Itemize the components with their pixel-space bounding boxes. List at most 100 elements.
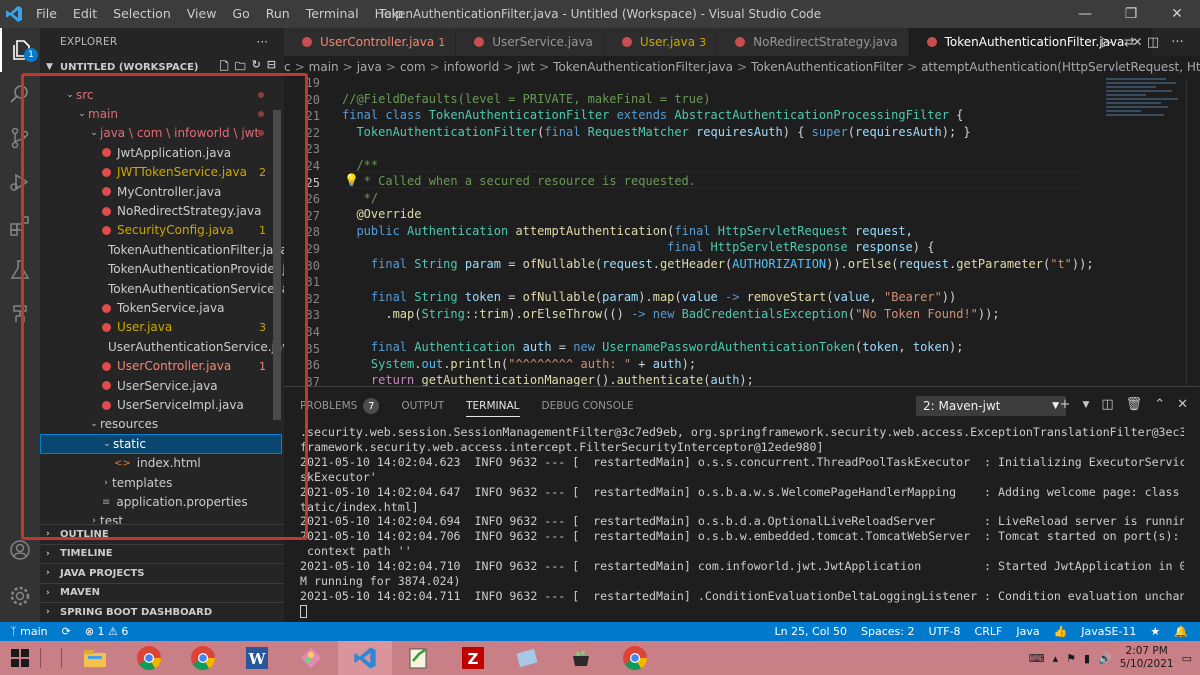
notification-center-icon[interactable]: ▭ — [1182, 652, 1192, 665]
search-icon[interactable] — [0, 72, 40, 116]
maximize-panel-icon[interactable]: ⌃ — [1154, 397, 1165, 413]
tree-file[interactable]: SecurityConfig.java 1 — [40, 221, 282, 240]
java-runtime[interactable]: JavaSE-11 — [1081, 625, 1136, 638]
tree-folder[interactable]: ⌄ src — [40, 85, 282, 104]
tree-file[interactable]: MyController.java — [40, 182, 282, 201]
workspace-section[interactable]: ▼ UNTITLED (WORKSPACE) 🗋 🗀 ↻ ⊟ — [40, 56, 284, 78]
menu-view[interactable]: View — [179, 0, 225, 28]
tree-folder[interactable]: ⌄ java \ com \ infoworld \ jwt — [40, 124, 282, 143]
filezilla-icon[interactable]: Z — [446, 641, 500, 675]
chrome-icon[interactable] — [122, 641, 176, 675]
chevron-up-icon[interactable]: ▴ — [1053, 652, 1059, 665]
breadcrumb-item[interactable]: main — [309, 60, 339, 74]
file-explorer-icon[interactable] — [68, 641, 122, 675]
menu-selection[interactable]: Selection — [105, 0, 179, 28]
paint-icon[interactable] — [284, 641, 338, 675]
breadcrumb-item[interactable]: infoworld — [444, 60, 500, 74]
java-projects-icon[interactable] — [0, 292, 40, 336]
breadcrumb-item[interactable]: TokenAuthenticationFilter — [751, 60, 903, 74]
tree-file[interactable]: TokenAuthenticationFilter.java — [40, 240, 284, 259]
terminal-output[interactable]: .security.web.session.SessionManagementF… — [300, 425, 1184, 621]
chrome-icon[interactable] — [608, 641, 662, 675]
menu-help[interactable]: Help — [367, 0, 412, 28]
terminal-select[interactable]: 2: Maven-jwt ▼ — [916, 396, 1066, 416]
close-window-button[interactable]: ✕ — [1154, 0, 1200, 28]
word-icon[interactable]: W — [230, 641, 284, 675]
notifications-icon[interactable]: 🔔 — [1174, 625, 1188, 638]
tree-file[interactable]: NoRedirectStrategy.java — [40, 201, 282, 220]
section-java-projects[interactable]: › JAVA PROJECTS — [40, 563, 284, 583]
editor-tab[interactable]: UserService.java — [456, 28, 604, 56]
tree-file[interactable]: UserController.java 1 — [40, 357, 282, 376]
testing-icon[interactable] — [0, 248, 40, 292]
tree-folder[interactable]: › templates — [40, 473, 282, 492]
terminal-dropdown-icon[interactable]: ▼ — [1082, 397, 1089, 413]
section-timeline[interactable]: › TIMELINE — [40, 543, 284, 564]
menu-terminal[interactable]: Terminal — [298, 0, 367, 28]
code-editor[interactable]: 19 20 21 22 23 24 25 26 27 28 29 30 31 32 33 34 35 36 37 💡… — [284, 78, 1200, 386]
settings-gear-icon[interactable] — [0, 574, 40, 618]
vscode-taskbar-icon[interactable] — [338, 641, 392, 675]
section-outline[interactable]: › OUTLINE — [40, 524, 284, 544]
keyboard-icon[interactable]: ⌨ — [1029, 652, 1045, 665]
tree-file[interactable]: TokenAuthenticationProvider.java — [40, 260, 284, 279]
tree-file[interactable]: UserService.java — [40, 376, 282, 395]
sync-icon[interactable]: ⟳ — [62, 625, 71, 638]
tree-file[interactable]: TokenService.java — [40, 298, 282, 317]
editor-scrollbar[interactable] — [1186, 78, 1200, 386]
cauldron-icon[interactable] — [554, 641, 608, 675]
compare-icon[interactable]: ⇄ — [1124, 35, 1135, 50]
editor-tab[interactable]: UserController.java 1 — [284, 28, 457, 56]
encoding[interactable]: UTF-8 — [928, 625, 960, 638]
feedback-icon[interactable]: ★ — [1150, 625, 1160, 638]
section-spring-boot-dashboard[interactable]: › SPRING BOOT DASHBOARD — [40, 602, 284, 622]
tree-folder[interactable]: ⌄ resources — [40, 415, 282, 434]
run-debug-icon[interactable] — [0, 160, 40, 204]
windows-start-icon[interactable] — [0, 641, 40, 675]
tree-file[interactable]: JwtApplication.java — [40, 143, 282, 162]
problems-status[interactable]: ⊗ 1 ⚠ 6 — [85, 625, 129, 638]
chrome-icon[interactable] — [176, 641, 230, 675]
battery-icon[interactable]: ▮ — [1084, 652, 1090, 665]
new-folder-icon[interactable]: 🗀 — [235, 58, 246, 77]
tab-debug-console[interactable]: DEBUG CONSOLE — [542, 387, 634, 425]
split-editor-icon[interactable]: ◫ — [1147, 35, 1159, 50]
minimize-button[interactable]: — — [1062, 0, 1108, 28]
minimap[interactable] — [1106, 78, 1186, 158]
tab-output[interactable]: OUTPUT — [401, 387, 444, 425]
source-control-icon[interactable] — [0, 116, 40, 160]
more-icon[interactable]: ··· — [1171, 35, 1183, 50]
task-view-icon[interactable] — [40, 648, 62, 668]
thumbs-up-icon[interactable]: 👍 — [1054, 625, 1068, 638]
clock[interactable]: 2:07 PM 5/10/2021 — [1120, 645, 1174, 671]
notepad-plus-icon[interactable] — [392, 641, 446, 675]
explorer-icon[interactable]: 1 — [0, 28, 40, 72]
tree-file[interactable]: JWTTokenService.java 2 — [40, 163, 282, 182]
breadcrumb-item[interactable]: TokenAuthenticationFilter.java — [553, 60, 733, 74]
more-actions-icon[interactable]: ··· — [257, 35, 268, 49]
run-icon[interactable]: ▷ — [1102, 35, 1112, 50]
menu-file[interactable]: File — [28, 0, 65, 28]
editor-tab[interactable]: User.java 3 — [603, 28, 718, 56]
split-terminal-icon[interactable]: ◫ — [1101, 397, 1113, 413]
close-panel-icon[interactable]: ✕ — [1177, 397, 1188, 413]
volume-icon[interactable]: 🔊 — [1098, 652, 1112, 665]
tree-file[interactable]: TokenAuthenticationService.java — [40, 279, 284, 298]
tree-file[interactable]: <> index.html — [40, 454, 282, 473]
menu-go[interactable]: Go — [224, 0, 257, 28]
sidebar-scrollbar[interactable] — [273, 110, 281, 420]
line-ending[interactable]: CRLF — [975, 625, 1003, 638]
tree-folder[interactable]: ⌄ main — [40, 104, 282, 123]
indentation[interactable]: Spaces: 2 — [861, 625, 914, 638]
account-icon[interactable] — [0, 528, 40, 572]
refresh-icon[interactable]: ↻ — [252, 58, 261, 77]
section-maven[interactable]: › MAVEN — [40, 582, 284, 603]
flag-icon[interactable]: ⚑ — [1066, 652, 1076, 665]
menu-edit[interactable]: Edit — [65, 0, 105, 28]
tree-file[interactable]: User.java 3 — [40, 318, 282, 337]
breadcrumb-item[interactable]: c — [284, 60, 291, 74]
extensions-icon[interactable] — [0, 204, 40, 248]
menu-run[interactable]: Run — [258, 0, 298, 28]
tab-terminal[interactable]: TERMINAL — [466, 387, 520, 425]
breadcrumb-item[interactable]: java — [357, 60, 382, 74]
